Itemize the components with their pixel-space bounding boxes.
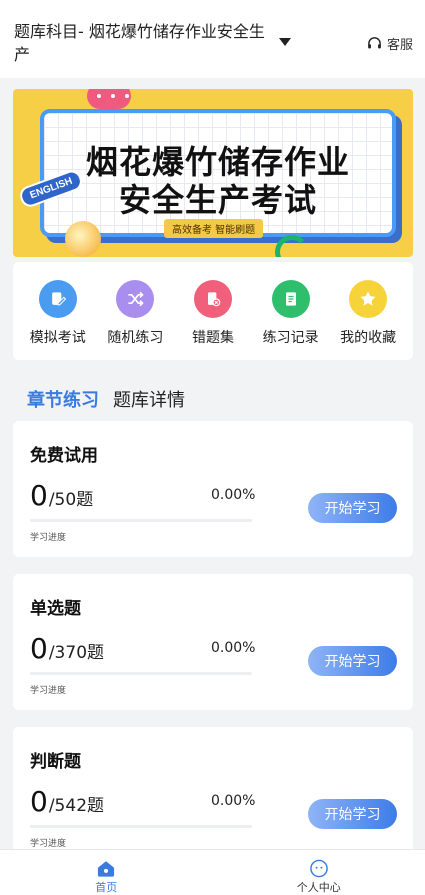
quick-random-practice-label: 随机练习	[107, 330, 164, 346]
quick-practice-record[interactable]: 练习记录	[252, 280, 330, 360]
card-title: 单选题	[30, 599, 81, 619]
practice-card-true-false[interactable]: 判断题 0 /542题 0.00% 学习进度 开始学习	[13, 727, 413, 863]
count-total: /542题	[48, 796, 105, 816]
quick-mock-exam[interactable]: 模拟考试	[19, 280, 97, 360]
quick-favorites-label: 我的收藏	[340, 330, 397, 346]
banner-tagline: 高效备考 智能刷题	[164, 219, 264, 238]
nav-home-label: 首页	[95, 881, 118, 894]
card-count: 0 /542题	[30, 785, 104, 818]
quick-error-book[interactable]: 错题集	[174, 280, 252, 360]
tab-bank-detail[interactable]: 题库详情	[113, 386, 185, 412]
card-count: 0 /370题	[30, 632, 104, 665]
practice-card-single-choice[interactable]: 单选题 0 /370题 0.00% 学习进度 开始学习	[13, 574, 413, 710]
progress-percent: 0.00%	[211, 487, 256, 503]
progress-label: 学习进度	[30, 533, 67, 543]
card-count: 0 /50题	[30, 479, 93, 512]
quick-favorites[interactable]: 我的收藏	[329, 280, 407, 360]
start-study-button[interactable]: 开始学习	[308, 493, 397, 523]
subject-selector[interactable]: 题库科目- 烟花爆竹储存作业安全生产	[14, 20, 276, 66]
progress-bar	[30, 519, 252, 522]
count-done: 0	[30, 632, 48, 665]
notebook-icon	[271, 280, 310, 318]
progress-percent: 0.00%	[211, 793, 256, 809]
profile-icon	[309, 859, 328, 878]
customer-service-button[interactable]: 客服	[366, 34, 413, 53]
tab-chapter-practice[interactable]: 章节练习	[27, 386, 99, 412]
home-icon	[98, 861, 115, 877]
progress-percent: 0.00%	[211, 640, 256, 656]
star-icon	[349, 280, 388, 318]
dropdown-caret-icon[interactable]	[279, 38, 291, 46]
progress-label: 学习进度	[30, 839, 67, 849]
quick-menu: 模拟考试 随机练习 错题集 练习记录 我的收藏	[13, 262, 413, 360]
progress-label: 学习进度	[30, 686, 67, 696]
quick-random-practice[interactable]: 随机练习	[97, 280, 175, 360]
progress-bar	[30, 825, 252, 828]
count-done: 0	[30, 479, 48, 512]
nav-profile-label: 个人中心	[296, 881, 341, 894]
card-title: 免费试用	[30, 446, 98, 466]
quick-error-book-label: 错题集	[191, 330, 234, 346]
shuffle-icon	[116, 280, 155, 318]
nav-home[interactable]: 首页	[0, 850, 213, 895]
customer-service-label: 客服	[386, 38, 413, 53]
headset-icon	[368, 37, 381, 49]
banner-board: 烟花爆竹储存作业 安全生产考试 高效备考 智能刷题	[40, 109, 396, 238]
bottom-nav: 首页 个人中心	[0, 849, 425, 895]
count-done: 0	[30, 785, 48, 818]
start-study-button[interactable]: 开始学习	[308, 646, 397, 676]
card-title: 判断题	[30, 752, 81, 772]
edit-icon	[38, 280, 77, 318]
count-total: /50题	[48, 490, 94, 510]
banner-headline-line2: 安全生产考试	[118, 181, 317, 219]
count-total: /370题	[48, 643, 105, 663]
lightbulb-icon	[65, 221, 101, 257]
top-header: 题库科目- 烟花爆竹储存作业安全生产 客服	[0, 0, 425, 78]
nav-profile[interactable]: 个人中心	[213, 850, 425, 895]
section-tabs: 章节练习 题库详情	[27, 386, 185, 412]
start-study-button[interactable]: 开始学习	[308, 799, 397, 829]
promo-banner[interactable]: 烟花爆竹储存作业 安全生产考试 高效备考 智能刷题 ENGLISH	[13, 89, 413, 257]
progress-bar	[30, 672, 252, 675]
chat-bubble-decoration	[87, 89, 131, 109]
error-book-icon	[193, 280, 232, 318]
swirl-decoration	[275, 235, 309, 257]
quick-mock-exam-label: 模拟考试	[29, 330, 86, 346]
practice-card-free-trial[interactable]: 免费试用 0 /50题 0.00% 学习进度 开始学习	[13, 421, 413, 557]
quick-practice-record-label: 练习记录	[262, 330, 319, 346]
